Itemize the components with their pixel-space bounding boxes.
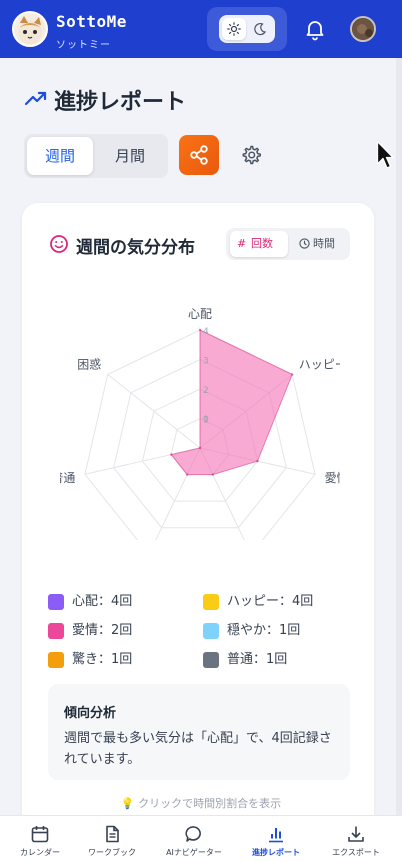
period-tabs: 週間 月間 <box>24 134 168 178</box>
document-icon <box>106 825 119 843</box>
gear-icon <box>242 145 261 165</box>
bell-icon <box>306 21 324 41</box>
sun-icon <box>227 22 241 36</box>
tab-weekly[interactable]: 週間 <box>27 137 93 175</box>
page-title: 進捗レポート <box>54 90 187 115</box>
legend-swatch <box>48 594 64 610</box>
nav-calendar[interactable]: カレンダー <box>0 816 80 862</box>
mode-count-button[interactable]: # 回数 <box>230 231 288 257</box>
radar-data-point <box>256 459 259 463</box>
bottom-navigation: カレンダー ワークブック AIナビゲーター 進捗レポート エクスポート <box>0 815 402 862</box>
calendar-icon <box>31 826 49 843</box>
nav-progress-report[interactable]: 進捗レポート <box>236 816 316 862</box>
smiley-icon <box>50 235 68 253</box>
mouse-cursor-icon <box>376 140 394 169</box>
analysis-text: 週間で最も多い気分は「心配」で、4回記録されています。 <box>64 731 332 767</box>
radar-data-area <box>170 329 293 476</box>
legend-swatch <box>48 623 64 639</box>
clock-icon <box>299 231 310 259</box>
display-mode-toggle: # 回数 時間 <box>226 228 350 260</box>
bar-chart-icon <box>269 828 283 843</box>
trend-analysis-box: 傾向分析 週間で最も多い気分は「心配」で、4回記録されています。 <box>48 684 350 780</box>
user-avatar[interactable] <box>350 16 376 42</box>
mode-time-button[interactable]: 時間 <box>292 231 348 257</box>
radar-spoke <box>107 374 201 449</box>
app-header: SottoMe ソットミー <box>0 0 402 58</box>
radar-category-label: ハッピー <box>299 357 340 371</box>
legend-swatch <box>203 652 219 668</box>
tab-monthly[interactable]: 月間 <box>97 137 163 175</box>
card-title: 週間の気分分布 <box>76 238 195 258</box>
share-icon <box>190 145 208 165</box>
legend-label: 愛情：2回 <box>72 623 133 638</box>
chat-bubble-icon <box>185 826 201 842</box>
radar-data-point <box>198 328 202 332</box>
download-icon <box>348 826 364 842</box>
legend-swatch <box>203 594 219 610</box>
dark-mode-button[interactable] <box>248 18 272 40</box>
scrollbar-track[interactable] <box>396 58 402 818</box>
trending-up-icon <box>24 91 47 106</box>
settings-button[interactable] <box>240 144 262 170</box>
share-button[interactable] <box>179 135 219 175</box>
legend-label: 驚き：1回 <box>72 652 133 667</box>
radar-tick-label: 2 <box>203 386 209 396</box>
radar-category-label: 心配 <box>188 307 212 321</box>
radar-data-point <box>198 446 202 450</box>
radar-data-point <box>170 453 173 456</box>
radar-category-label: 困惑 <box>77 357 101 371</box>
radar-category-label: 愛情 <box>325 471 340 485</box>
radar-data-point <box>291 373 294 376</box>
app-logo[interactable] <box>12 11 48 47</box>
nav-workbook[interactable]: ワークブック <box>72 816 152 862</box>
click-hint: 💡 クリックで時間別割合を表示 <box>120 797 282 810</box>
moon-icon <box>254 22 267 36</box>
radar-category-label: 普通 <box>60 471 75 485</box>
radar-tick-label: 3 <box>203 357 209 367</box>
radar-tick-label: 1 <box>203 416 209 426</box>
legend-label: 普通：1回 <box>227 652 288 667</box>
nav-ai-navigator[interactable]: AIナビゲーター <box>154 816 234 862</box>
legend-label: ハッピー：4回 <box>227 594 314 609</box>
notifications-button[interactable] <box>303 17 327 45</box>
legend-label: 穏やか：1回 <box>227 623 301 638</box>
radar-tick-label: 4 <box>203 327 209 337</box>
legend-swatch <box>48 652 64 668</box>
app-subtitle: ソットミー <box>56 40 111 51</box>
theme-switch-container <box>207 7 287 51</box>
hash-icon: # <box>237 237 247 250</box>
mood-radar-chart[interactable]: 01234心配ハッピー愛情穏やか驚き普通困惑 <box>60 300 340 540</box>
radar-data-point <box>186 473 189 476</box>
analysis-title: 傾向分析 <box>64 706 117 721</box>
app-title: SottoMe <box>56 12 127 31</box>
theme-toggle <box>219 15 275 43</box>
legend-swatch <box>203 623 219 639</box>
legend-label: 心配：4回 <box>72 594 133 609</box>
radar-data-point <box>211 473 214 476</box>
nav-export[interactable]: エクスポート <box>316 816 396 862</box>
light-mode-button[interactable] <box>222 18 246 40</box>
